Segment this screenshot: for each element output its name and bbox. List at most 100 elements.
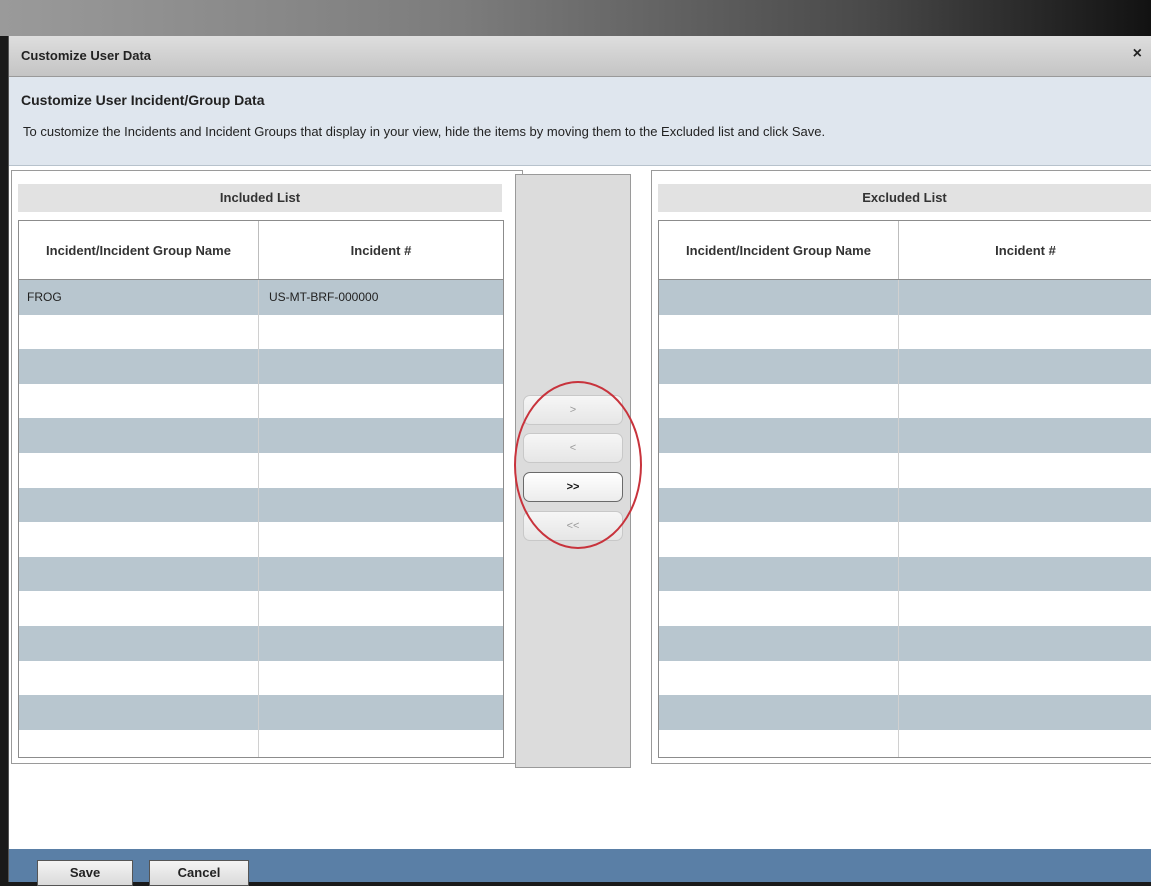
table-row[interactable] — [659, 418, 1151, 453]
incident-number-cell — [259, 453, 503, 488]
incident-name-cell — [659, 556, 899, 592]
incident-name-cell — [19, 556, 259, 592]
incident-name-cell — [19, 452, 259, 488]
excluded-list-panel: Excluded List Incident/Incident Group Na… — [651, 170, 1151, 764]
incident-number-cell — [259, 626, 503, 661]
incident-name-cell — [659, 695, 899, 730]
table-row[interactable] — [659, 556, 1151, 592]
incident-number-cell — [899, 695, 1151, 730]
included-grid-rows: FROG US-MT-BRF-000000 — [19, 280, 503, 757]
table-row[interactable] — [19, 625, 503, 661]
incident-name-cell — [19, 695, 259, 730]
cancel-button[interactable]: Cancel — [149, 860, 249, 886]
section-heading: Customize User Incident/Group Data — [21, 92, 265, 108]
incident-name-cell: FROG — [19, 280, 259, 315]
incident-name-cell — [19, 625, 259, 661]
table-row[interactable] — [19, 418, 503, 453]
included-list-grid: Incident/Incident Group Name Incident # … — [18, 220, 504, 758]
table-row[interactable] — [659, 660, 1151, 696]
incident-name-cell — [19, 383, 259, 419]
included-column-incident-number[interactable]: Incident # — [259, 221, 503, 279]
table-row[interactable] — [19, 591, 503, 626]
table-row[interactable] — [659, 487, 1151, 523]
incident-number-cell — [259, 488, 503, 523]
incident-name-cell — [659, 418, 899, 453]
table-row[interactable] — [659, 452, 1151, 488]
excluded-column-name[interactable]: Incident/Incident Group Name — [659, 221, 899, 279]
top-window-bar — [0, 0, 1151, 36]
table-row[interactable] — [659, 383, 1151, 419]
incident-number-cell — [259, 591, 503, 626]
incident-name-cell — [19, 591, 259, 626]
incident-name-cell — [19, 660, 259, 696]
incident-name-cell — [659, 487, 899, 523]
incident-number-cell — [259, 557, 503, 592]
move-all-right-button[interactable]: >> — [523, 472, 623, 502]
table-row[interactable] — [19, 383, 503, 419]
included-list-panel: Included List Incident/Incident Group Na… — [11, 170, 523, 764]
table-row[interactable] — [19, 522, 503, 557]
instructions-text: To customize the Incidents and Incident … — [23, 124, 826, 139]
incident-number-cell — [259, 349, 503, 384]
incident-number-cell — [899, 280, 1151, 315]
table-row[interactable] — [19, 556, 503, 592]
incident-name-cell — [19, 729, 259, 757]
excluded-grid-header: Incident/Incident Group Name Incident # — [659, 221, 1151, 280]
incident-name-cell — [19, 522, 259, 557]
incident-name-cell — [659, 280, 899, 315]
save-button[interactable]: Save — [37, 860, 133, 886]
table-row[interactable] — [659, 591, 1151, 626]
excluded-list-grid: Incident/Incident Group Name Incident # — [658, 220, 1151, 758]
included-column-name[interactable]: Incident/Incident Group Name — [19, 221, 259, 279]
incident-number-cell: US-MT-BRF-000000 — [269, 290, 379, 304]
table-row[interactable] — [19, 695, 503, 730]
table-row[interactable] — [19, 487, 503, 523]
table-row[interactable] — [659, 729, 1151, 757]
move-right-button[interactable]: > — [523, 395, 623, 425]
included-grid-header: Incident/Incident Group Name Incident # — [19, 221, 503, 280]
table-row[interactable] — [19, 452, 503, 488]
incident-number-cell — [259, 522, 503, 557]
incident-number-cell — [899, 349, 1151, 384]
incident-name-cell — [19, 487, 259, 523]
incident-name-cell — [19, 349, 259, 384]
incident-name-cell — [659, 452, 899, 488]
excluded-list-title: Excluded List — [658, 184, 1151, 212]
incident-name-cell — [659, 349, 899, 384]
table-row[interactable] — [19, 729, 503, 757]
table-row[interactable] — [19, 660, 503, 696]
excluded-grid-rows — [659, 280, 1151, 757]
move-left-button[interactable]: < — [523, 433, 623, 463]
incident-name-cell — [659, 660, 899, 696]
incident-name-cell — [659, 383, 899, 419]
table-row[interactable] — [659, 522, 1151, 557]
excluded-column-incident-number[interactable]: Incident # — [899, 221, 1151, 279]
incident-number-cell — [899, 453, 1151, 488]
incident-number-cell — [259, 661, 503, 696]
incident-number-cell — [259, 384, 503, 419]
move-all-left-button[interactable]: << — [523, 511, 623, 541]
incident-number-cell — [899, 626, 1151, 661]
incident-number-cell — [259, 695, 503, 730]
customize-user-data-dialog: Customize User Data × Customize User Inc… — [8, 36, 1151, 886]
table-row[interactable]: FROG US-MT-BRF-000000 — [19, 280, 503, 315]
move-buttons-panel: > < >> << — [515, 174, 631, 768]
table-row[interactable] — [659, 280, 1151, 315]
table-row[interactable] — [659, 695, 1151, 730]
included-list-title: Included List — [18, 184, 502, 212]
table-row[interactable] — [19, 349, 503, 384]
incident-number-cell — [899, 315, 1151, 350]
incident-name-cell — [659, 625, 899, 661]
info-panel: Customize User Incident/Group Data To cu… — [9, 77, 1151, 166]
incident-name-cell — [19, 314, 259, 350]
table-row[interactable] — [19, 314, 503, 350]
dialog-footer: Save Cancel — [9, 849, 1151, 886]
incident-number-cell — [899, 661, 1151, 696]
table-row[interactable] — [659, 349, 1151, 384]
table-row[interactable] — [659, 625, 1151, 661]
incident-name-cell — [19, 418, 259, 453]
close-icon[interactable]: × — [1133, 45, 1142, 63]
incident-name-cell — [659, 522, 899, 557]
incident-name-cell — [659, 314, 899, 350]
table-row[interactable] — [659, 314, 1151, 350]
